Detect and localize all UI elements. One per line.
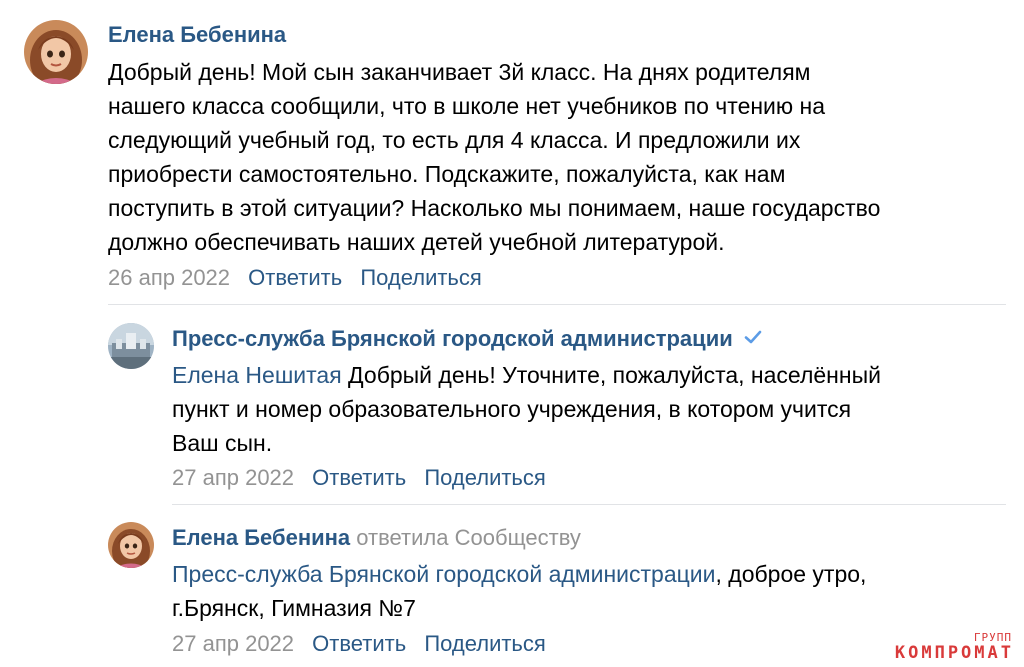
checkmark-icon [743, 327, 763, 353]
watermark-top: ГРУПП [973, 631, 1012, 644]
reply-button[interactable]: Ответить [312, 631, 406, 656]
comment-text: Пресс-служба Брянской городской админист… [172, 557, 866, 625]
avatar[interactable] [108, 522, 154, 568]
comment-meta: 27 апр 2022 Ответить Поделиться [172, 465, 558, 491]
comment-author-name[interactable]: Пресс-служба Брянской городской админист… [172, 326, 733, 351]
watermark-main: КОМПРОМАТ [894, 643, 1014, 663]
comment-text-line: Добрый день! Мой сын заканчивает 3й клас… [108, 59, 811, 85]
comment-date[interactable]: 27 апр 2022 [172, 631, 294, 656]
comment-text: Елена Нешитая Добрый день! Уточните, пож… [172, 358, 881, 460]
comment-text-line: , доброе утро, [715, 561, 867, 587]
comment-author[interactable]: Елена Бебенина ответила Сообществу [172, 525, 581, 551]
comment-author-name[interactable]: Елена Бебенина [172, 525, 350, 550]
mention-link[interactable]: Пресс-служба Брянской городской админист… [172, 561, 716, 587]
avatar[interactable] [24, 20, 88, 84]
comment-date[interactable]: 26 апр 2022 [108, 265, 230, 290]
comment-date[interactable]: 27 апр 2022 [172, 465, 294, 490]
watermark: ГРУПП КОМПРОМАТ [894, 631, 1014, 663]
comment-text: Добрый день! Мой сын заканчивает 3й клас… [108, 55, 880, 259]
share-button[interactable]: Поделиться [424, 631, 545, 656]
share-button[interactable]: Поделиться [424, 465, 545, 490]
comment-text-line: пункт и номер образовательного учреждени… [172, 396, 852, 422]
comment-text-line: Добрый день! Уточните, пожалуйста, насел… [341, 362, 881, 388]
comment-text-line: должно обеспечивать наших детей учебной … [108, 229, 725, 255]
comment-meta: 27 апр 2022 Ответить Поделиться [172, 631, 558, 657]
comment-author[interactable]: Пресс-служба Брянской городской админист… [172, 326, 763, 353]
reply-button[interactable]: Ответить [312, 465, 406, 490]
replied-to-label[interactable]: ответила Сообществу [356, 525, 581, 550]
divider [172, 504, 1006, 505]
divider [108, 304, 1006, 305]
comment-text-line: нашего класса сообщили, что в школе нет … [108, 93, 826, 119]
avatar[interactable] [108, 323, 154, 369]
comment-text-line: приобрести самостоятельно. Подскажите, п… [108, 161, 786, 187]
reply-button[interactable]: Ответить [248, 265, 342, 290]
comment-text-line: Ваш сын. [172, 430, 273, 456]
comment-author[interactable]: Елена Бебенина [108, 22, 286, 48]
comment-meta: 26 апр 2022 Ответить Поделиться [108, 265, 494, 291]
comment-text-line: поступить в этой ситуации? Насколько мы … [108, 195, 881, 221]
share-button[interactable]: Поделиться [360, 265, 481, 290]
comment-text-line: следующий учебный год, то есть для 4 кла… [108, 127, 801, 153]
comment-text-line: г.Брянск, Гимназия №7 [172, 595, 416, 621]
mention-link[interactable]: Елена Нешитая [172, 362, 342, 388]
